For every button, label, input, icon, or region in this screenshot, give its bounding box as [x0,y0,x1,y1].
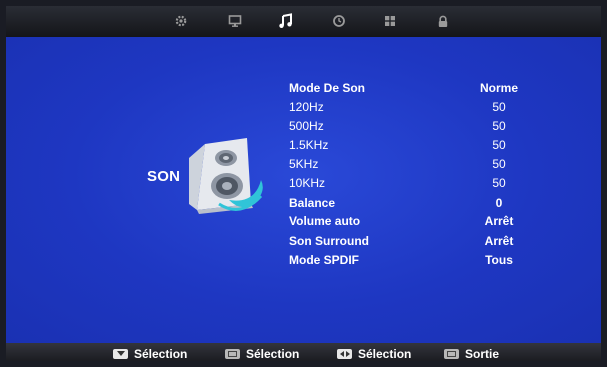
arrow-down-key-icon [113,349,128,359]
setting-row-10khz[interactable]: 10KHz 50 [289,174,529,193]
setting-label: Son Surround [289,234,369,248]
setting-row-spdif[interactable]: Mode SPDIF Tous [289,251,529,270]
menu-key-icon [444,349,459,359]
setting-value: 50 [492,119,506,133]
setting-label: 5KHz [289,157,319,171]
ok-key-icon [225,349,240,359]
hint-label: Sélection [134,347,188,361]
setting-value: Tous [485,253,513,267]
hint-left-right-select: Sélection [337,347,411,361]
setting-label: 500Hz [289,119,324,133]
setting-label: 1.5KHz [289,138,329,152]
setting-value: 50 [492,100,506,114]
hint-down-select: Sélection [113,347,187,361]
speaker-icon [189,134,269,225]
setting-value: Arrêt [484,214,514,228]
setting-value: 0 [495,196,503,210]
monitor-icon[interactable] [225,11,245,31]
setting-value: Norme [479,81,518,95]
tv-screen: SON Mode De Son Norme 120Hz 50 500Hz 50 … [6,6,601,361]
setting-row-balance[interactable]: Balance 0 [289,194,529,213]
setting-value: 50 [492,176,506,190]
setting-value: 50 [492,138,506,152]
setting-label: 10KHz [289,176,326,190]
clock-icon[interactable] [329,11,349,31]
setting-label: Balance [289,196,336,210]
key-hint-bar: Sélection Sélection Sélection Sortie [6,343,601,361]
hint-label: Sélection [246,347,300,361]
music-note-icon[interactable] [276,11,296,31]
setting-row-1-5khz[interactable]: 1.5KHz 50 [289,136,529,155]
setting-value: Arrêt [484,234,514,248]
section-title: SON [147,168,181,185]
hint-label: Sélection [358,347,412,361]
hint-label: Sortie [465,347,500,361]
gear-icon[interactable] [171,11,191,31]
lock-icon[interactable] [433,11,453,31]
menu-tab-bar [6,6,601,37]
hint-ok-select: Sélection [225,347,299,361]
setting-row-sound-mode[interactable]: Mode De Son Norme [289,79,529,98]
setting-row-120hz[interactable]: 120Hz 50 [289,98,529,117]
setting-row-auto-volume[interactable]: Volume auto Arrêt [289,212,529,231]
setting-label: Mode SPDIF [289,253,360,267]
setting-label: Volume auto [289,214,361,228]
setting-row-500hz[interactable]: 500Hz 50 [289,117,529,136]
grid-icon[interactable] [380,11,400,31]
setting-value: 50 [492,157,506,171]
hint-menu-exit: Sortie [444,347,499,361]
setting-row-5khz[interactable]: 5KHz 50 [289,155,529,174]
left-right-key-icon [337,349,352,359]
setting-label: Mode De Son [289,81,366,95]
setting-label: 120Hz [289,100,324,114]
setting-row-surround[interactable]: Son Surround Arrêt [289,232,529,251]
